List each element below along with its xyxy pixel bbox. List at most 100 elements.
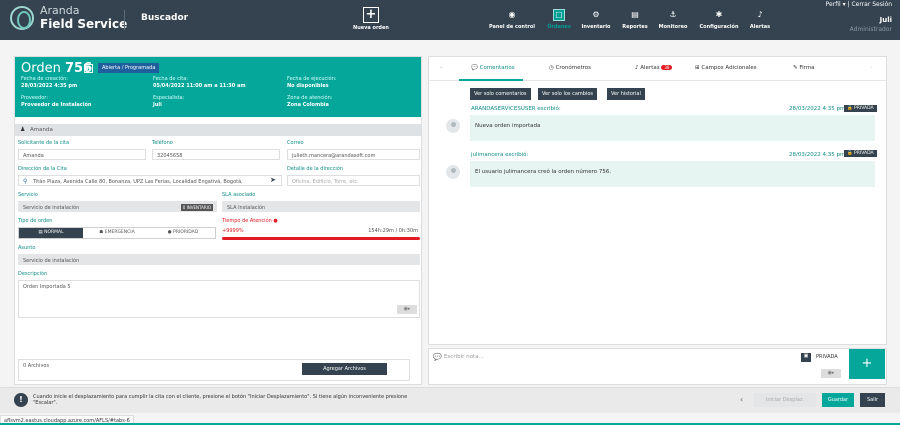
tabs-next-icon[interactable]: ›: [870, 65, 872, 71]
address-value: Titán Plaza, Avenida Calle 80, Bonanza, …: [33, 179, 243, 185]
tab-additional-fields[interactable]: ⊞ Campos Adicionales: [695, 65, 757, 71]
specialist-value: Juli: [153, 102, 162, 108]
order-title-label: Orden: [21, 61, 61, 76]
nav-label: Configuración: [699, 24, 739, 30]
address-detail-input[interactable]: Oficina, Edificio, Torre, etc.: [287, 175, 420, 186]
voice-input-icon[interactable]: ◉▸: [821, 369, 841, 378]
lock-icon[interactable]: ▣: [801, 353, 811, 362]
type-emergency-button[interactable]: ☗ EMERGENCIA: [84, 228, 150, 238]
client-row: ♟ Amanda: [15, 124, 421, 136]
profile-link[interactable]: Perfil: [826, 1, 841, 8]
private-label: PRIVADA: [854, 151, 874, 156]
service-label: Servicio: [18, 192, 38, 198]
type-normal-button[interactable]: ▤ NORMAL: [19, 228, 83, 238]
chevron-left-icon[interactable]: ‹: [740, 395, 743, 404]
creation-date: 28/03/2022 4:35 pm: [21, 83, 78, 89]
order-header: Orden 756 R Abierta / Programada Fecha d…: [15, 57, 421, 117]
nav-alerts[interactable]: ♪ Alertas: [745, 9, 775, 30]
tab-label: Alertas: [640, 65, 660, 71]
description-textarea[interactable]: Orden Importada 5: [18, 280, 420, 318]
zone-value: Zona Colombia: [287, 102, 329, 108]
search-section-title[interactable]: Buscador: [141, 13, 188, 23]
phone-input[interactable]: 32045658: [152, 149, 280, 160]
navigate-icon[interactable]: ➤: [270, 176, 276, 184]
private-toggle-label[interactable]: PRIVADA: [816, 354, 838, 360]
attention-time-value: 154h:29m / 0h:30m: [368, 228, 418, 234]
email-input[interactable]: julieth.mancera@arandasoft.com: [287, 149, 420, 160]
tabs-prev-icon[interactable]: ‹: [440, 65, 442, 71]
add-files-button[interactable]: Agregar Archivos: [302, 363, 387, 375]
requester-label: Solicitante de la cita: [18, 140, 70, 146]
tab-timers[interactable]: ◷ Cronómetros: [549, 65, 591, 71]
comment-author: julimancera escribió:: [471, 152, 529, 158]
info-icon: !: [14, 393, 28, 407]
order-type-label: Tipo de orden: [18, 218, 53, 224]
nav-monitoring[interactable]: ⚓ Monitoreo: [655, 9, 691, 30]
creation-date-label: Fecha de creación:: [21, 76, 68, 82]
brand-product: Field Service: [40, 17, 128, 31]
orders-icon: ☐: [553, 9, 565, 21]
save-button[interactable]: Guardar: [822, 393, 854, 407]
filter-changes-button[interactable]: Ver solo los cambios: [538, 88, 598, 100]
description-label: Descripción: [18, 271, 48, 277]
user-role: Administrador: [849, 26, 892, 33]
location-pin-icon: ⚲: [23, 178, 28, 185]
email-label: Correo: [287, 140, 304, 146]
dashboard-icon: ◉: [508, 10, 516, 19]
appointment-date-label: Fecha de cita:: [153, 76, 188, 82]
tab-comments[interactable]: 💬 Comentarios: [471, 65, 515, 71]
sla-label: SLA asociado: [222, 192, 256, 198]
nav-reports[interactable]: ▤ Reportes: [619, 9, 651, 30]
order-title: Orden 756: [21, 61, 92, 76]
reports-icon: ▤: [631, 10, 639, 19]
user-name: Juli: [879, 16, 892, 24]
attachments-count: 0 Archivos: [23, 363, 50, 369]
type-label: PRIORIDAD: [173, 230, 199, 235]
execution-date: No disponibles: [287, 83, 329, 89]
comments-panel: ‹ 💬 Comentarios ◷ Cronómetros ♪ Alertas …: [428, 56, 887, 345]
nav-inventory[interactable]: ⚙ Inventario: [580, 9, 612, 30]
logout-link[interactable]: Cerrar Sesión: [851, 1, 892, 8]
comment-time: 28/03/2022 4:35 pm: [789, 106, 846, 112]
filter-history-button[interactable]: Ver historial: [607, 88, 645, 100]
execution-date-label: Fecha de ejecución:: [287, 76, 337, 82]
inventory-badge[interactable]: 0 INVENTARIO: [180, 204, 213, 211]
specialist-label: Especialista:: [153, 95, 185, 101]
service-input[interactable]: Servicio de instalación 0 INVENTARIO: [18, 201, 217, 212]
exit-button[interactable]: Salir: [860, 393, 885, 407]
description-value: Orden Importada 5: [23, 284, 71, 290]
nav-label: Panel de control: [489, 24, 535, 30]
profile-menu: Perfil ▾ | Cerrar Sesión: [826, 1, 892, 8]
bell-icon: ♪: [757, 10, 763, 19]
add-note-button[interactable]: +: [849, 349, 885, 379]
filter-comments-button[interactable]: Ver solo comentarios: [470, 88, 531, 100]
nav-label: Monitoreo: [658, 24, 688, 30]
nav-dashboard[interactable]: ◉ Panel de control: [486, 9, 538, 30]
address-input[interactable]: ⚲ Titán Plaza, Avenida Calle 80, Bonanza…: [18, 175, 282, 186]
avatar: [446, 165, 460, 179]
nav-label: Inventario: [581, 24, 611, 30]
nav-orders[interactable]: ☐ Órdenes: [543, 9, 575, 30]
footer-bar: ! Cuando inicie el desplazamiento para c…: [0, 387, 900, 413]
attention-time-label: Tiempo de Atención ●: [222, 218, 278, 224]
type-priority-button[interactable]: ● PRIORIDAD: [151, 228, 215, 238]
top-bar: Aranda Field Service Buscador + Nueva or…: [0, 0, 900, 40]
requester-input[interactable]: Amanda: [18, 149, 146, 160]
tab-label: Cronómetros: [555, 65, 592, 71]
voice-input-icon[interactable]: ◉▸: [397, 305, 417, 314]
settings-icon: ✱: [715, 10, 723, 19]
tab-alerts[interactable]: ♪ Alertas 38: [635, 65, 673, 71]
start-travel-button[interactable]: Iniciar Desplaz.: [754, 393, 816, 407]
nav-label: Reportes: [622, 24, 648, 30]
monitoring-icon: ⚓: [669, 10, 677, 19]
provider-value: Proveedor de Instalación: [21, 102, 92, 108]
order-panel: Orden 756 R Abierta / Programada Fecha d…: [14, 56, 422, 385]
new-order-button[interactable]: + Nueva orden: [349, 7, 393, 31]
tab-signature[interactable]: ✎ Firma: [793, 65, 815, 71]
lock-icon: 🔒: [847, 151, 855, 156]
comment-author: ARANDASERVICESUSER escribió:: [471, 106, 561, 112]
nav-settings[interactable]: ✱ Configuración: [697, 9, 741, 30]
note-input-area[interactable]: 💬 Escribir nota... ▣ PRIVADA ◉▸: [428, 348, 887, 385]
note-placeholder: Escribir nota...: [444, 354, 484, 360]
tabs-bar: ‹ 💬 Comentarios ◷ Cronómetros ♪ Alertas …: [429, 57, 886, 81]
